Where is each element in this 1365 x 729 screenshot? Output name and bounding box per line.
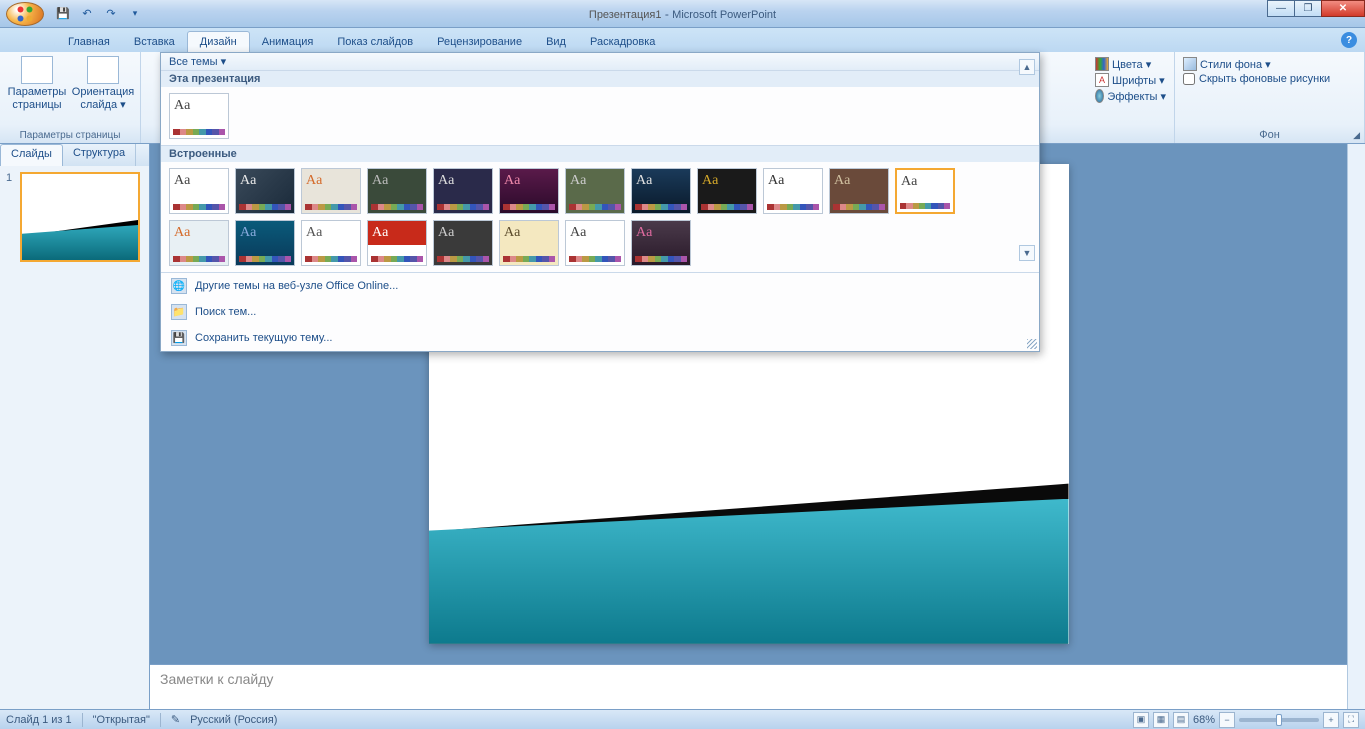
group-page-setup: Параметрыстраницы Ориентацияслайда ▾ Пар… (0, 52, 141, 143)
orientation-icon (87, 56, 119, 84)
group-theme-options: Цвета ▾ AШрифты ▾ Эффекты ▾ (1087, 52, 1175, 143)
title-bar: 💾 ↶ ↷ ▾ Презентация1 - Microsoft PowerPo… (0, 0, 1365, 28)
page-setup-icon (21, 56, 53, 84)
help-icon[interactable]: ? (1341, 32, 1357, 48)
theme-thumbnail[interactable]: Aa (763, 168, 823, 214)
normal-view-button[interactable]: ▣ (1133, 712, 1149, 728)
folder-icon: 📁 (171, 304, 187, 320)
window-title: Презентация1 - Microsoft PowerPoint (0, 7, 1365, 21)
qat-customize-icon[interactable]: ▾ (126, 5, 144, 23)
theme-thumbnail[interactable]: Aa (301, 168, 361, 214)
group-label-background: Фон◢ (1181, 129, 1358, 141)
save-current-theme[interactable]: 💾Сохранить текущую тему... (161, 325, 1039, 351)
gallery-resize-grip[interactable] (1027, 339, 1037, 349)
minimize-button[interactable] (1267, 0, 1295, 17)
spellcheck-icon[interactable]: ✎ (171, 713, 180, 726)
theme-thumbnail[interactable]: Aa (565, 168, 625, 214)
tab-design[interactable]: Дизайн (187, 31, 250, 52)
hide-background-checkbox[interactable]: Скрыть фоновые рисунки (1181, 72, 1358, 86)
zoom-in-button[interactable]: + (1323, 712, 1339, 728)
theme-thumbnail[interactable]: Aa (829, 168, 889, 214)
page-setup-button[interactable]: Параметрыстраницы (6, 56, 68, 112)
more-themes-online[interactable]: 🌐Другие темы на веб-узле Office Online..… (161, 273, 1039, 299)
zoom-percent[interactable]: 68% (1193, 714, 1215, 726)
window-controls (1268, 0, 1365, 17)
status-theme-name: "Открытая" (93, 714, 150, 726)
save-icon[interactable]: 💾 (54, 5, 72, 23)
slide-thumbnail-row[interactable]: 1 (6, 172, 143, 262)
close-button[interactable] (1321, 0, 1365, 17)
slide-number: 1 (6, 172, 16, 262)
quick-access-toolbar: 💾 ↶ ↷ ▾ (54, 5, 144, 23)
status-bar: Слайд 1 из 1 "Открытая" ✎ Русский (Росси… (0, 709, 1365, 729)
gallery-filter-dropdown[interactable]: Все темы ▾ (161, 53, 1039, 70)
slide-bg-teal (429, 499, 1069, 644)
theme-thumbnail[interactable]: Aa (367, 168, 427, 214)
themes-gallery: Все темы ▾ Эта презентация Aa Встроенные… (160, 52, 1040, 352)
theme-thumbnail[interactable]: Aa (433, 168, 493, 214)
vertical-scrollbar[interactable] (1347, 144, 1365, 709)
tab-insert[interactable]: Вставка (122, 32, 187, 52)
tab-home[interactable]: Главная (56, 32, 122, 52)
theme-thumbnail[interactable]: Aa (169, 93, 229, 139)
status-slide-count: Слайд 1 из 1 (6, 714, 72, 726)
theme-thumbnail[interactable]: Aa (367, 220, 427, 266)
gallery-scroll-down[interactable]: ▼ (1019, 245, 1035, 261)
tab-slides[interactable]: Слайды (0, 144, 63, 166)
slide-orientation-button[interactable]: Ориентацияслайда ▾ (72, 56, 134, 112)
tab-outline[interactable]: Структура (63, 144, 136, 166)
tab-slideshow[interactable]: Показ слайдов (325, 32, 425, 52)
save-icon: 💾 (171, 330, 187, 346)
theme-thumbnail[interactable]: Aa (169, 168, 229, 214)
gallery-scroll-up[interactable]: ▲ (1019, 59, 1035, 75)
theme-thumbnail[interactable]: Aa (499, 220, 559, 266)
theme-thumbnail[interactable]: Aa (565, 220, 625, 266)
redo-icon[interactable]: ↷ (102, 5, 120, 23)
theme-thumbnail[interactable]: Aa (895, 168, 955, 214)
tab-review[interactable]: Рецензирование (425, 32, 534, 52)
slide-thumbnail[interactable] (20, 172, 140, 262)
gallery-section-builtin: Встроенные (161, 145, 1039, 162)
fit-window-button[interactable]: ⛶ (1343, 712, 1359, 728)
theme-thumbnail[interactable]: Aa (235, 220, 295, 266)
sorter-view-button[interactable]: ▦ (1153, 712, 1169, 728)
theme-thumbnail[interactable]: Aa (235, 168, 295, 214)
theme-thumbnail[interactable]: Aa (499, 168, 559, 214)
status-language[interactable]: Русский (Россия) (190, 714, 277, 726)
theme-thumbnail[interactable]: Aa (433, 220, 493, 266)
tab-storyboarding[interactable]: Раскадровка (578, 32, 667, 52)
theme-thumbnail[interactable]: Aa (631, 168, 691, 214)
background-launcher-icon[interactable]: ◢ (1353, 130, 1360, 141)
office-button[interactable] (6, 2, 44, 26)
tab-animation[interactable]: Анимация (250, 32, 326, 52)
globe-icon: 🌐 (171, 278, 187, 294)
background-styles-button[interactable]: Стили фона ▾ (1181, 56, 1358, 72)
slides-panel: Слайды Структура 1 (0, 144, 150, 709)
group-label-page-setup: Параметры страницы (6, 130, 134, 141)
gallery-footer: 🌐Другие темы на веб-узле Office Online..… (161, 272, 1039, 351)
undo-icon[interactable]: ↶ (78, 5, 96, 23)
colors-button[interactable]: Цвета ▾ (1093, 56, 1168, 72)
fonts-button[interactable]: AШрифты ▾ (1093, 72, 1168, 88)
zoom-slider[interactable] (1239, 718, 1319, 722)
group-background: Стили фона ▾ Скрыть фоновые рисунки Фон◢ (1175, 52, 1365, 143)
zoom-out-button[interactable]: − (1219, 712, 1235, 728)
theme-thumbnail[interactable]: Aa (169, 220, 229, 266)
browse-themes[interactable]: 📁Поиск тем... (161, 299, 1039, 325)
notes-pane[interactable]: Заметки к слайду (150, 664, 1347, 709)
ribbon-tabs: Главная Вставка Дизайн Анимация Показ сл… (0, 28, 1365, 52)
slideshow-view-button[interactable]: ▤ (1173, 712, 1189, 728)
gallery-section-this-presentation: Эта презентация (161, 70, 1039, 87)
theme-thumbnail[interactable]: Aa (697, 168, 757, 214)
maximize-button[interactable] (1294, 0, 1322, 17)
theme-thumbnail[interactable]: Aa (631, 220, 691, 266)
effects-button[interactable]: Эффекты ▾ (1093, 88, 1168, 104)
theme-thumbnail[interactable]: Aa (301, 220, 361, 266)
tab-view[interactable]: Вид (534, 32, 578, 52)
